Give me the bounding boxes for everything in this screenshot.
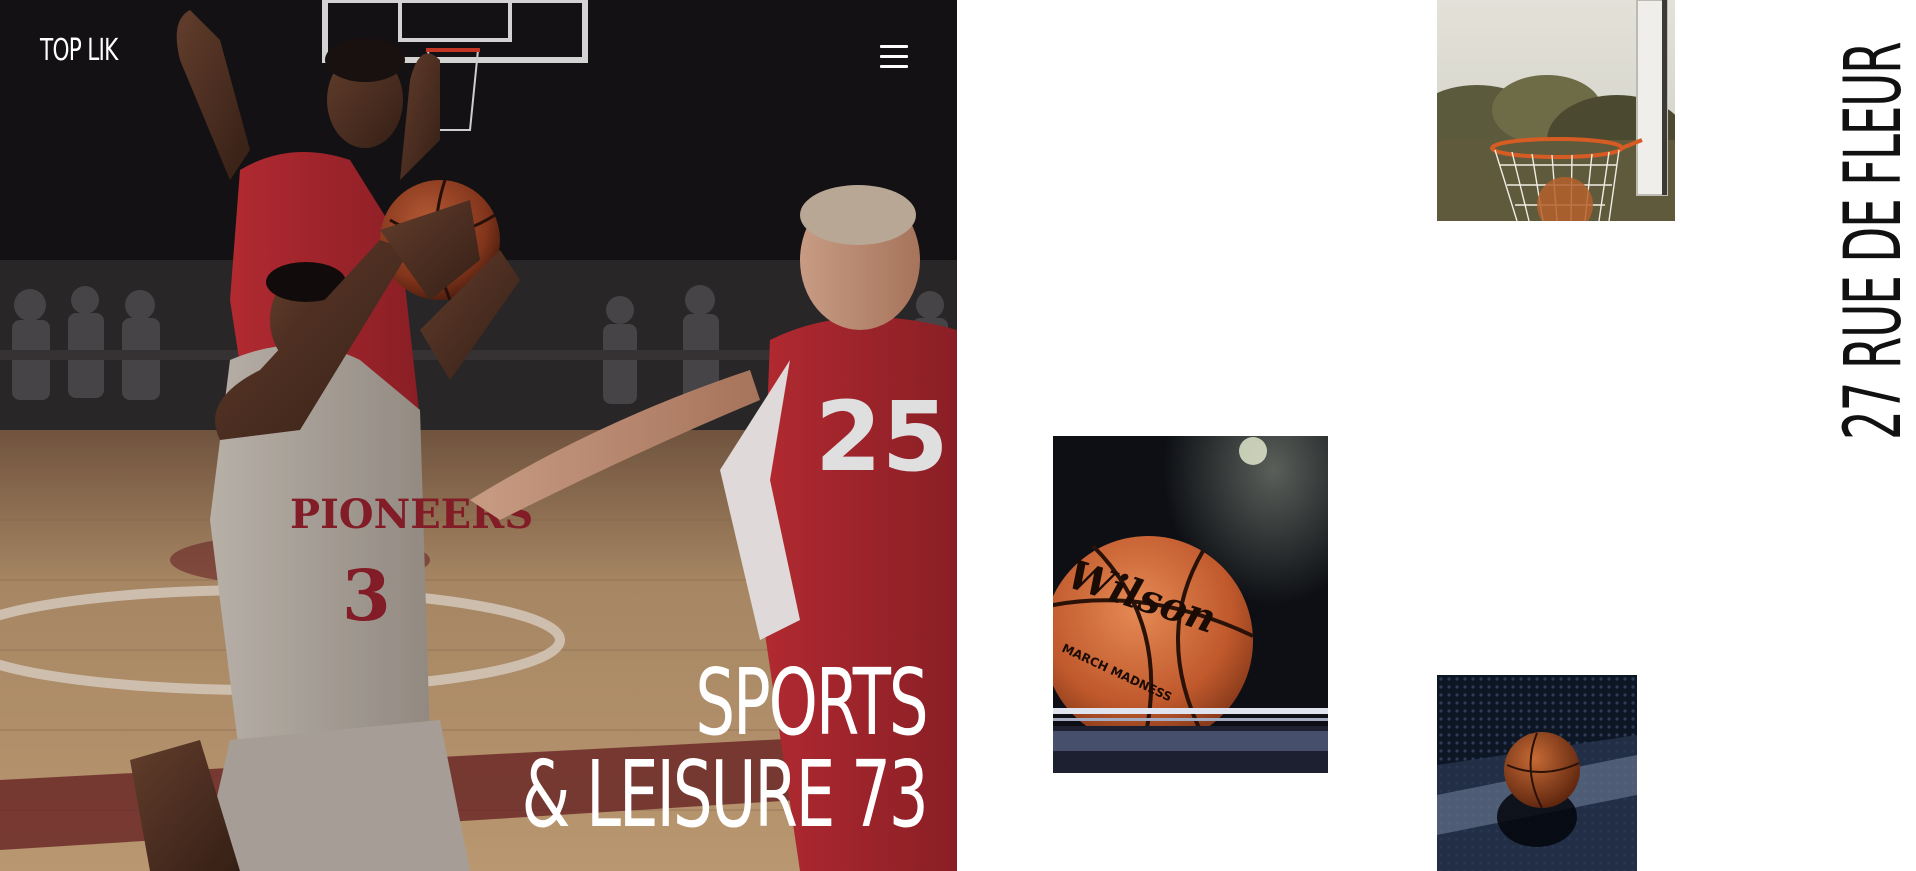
basketball-on-court-photo xyxy=(1437,675,1637,871)
menu-line xyxy=(880,55,908,58)
hero-title: SPORTS & LEISURE 73 xyxy=(521,649,929,848)
hero-section: PIONEERS 3 25 TOP LIK SPORTS & LEISURE 7… xyxy=(0,0,957,871)
hero-title-line-2: & LEISURE 73 xyxy=(521,741,929,848)
menu-line xyxy=(880,65,908,68)
hamburger-menu-icon[interactable] xyxy=(876,42,912,72)
address-label: 27 RUE DE FLEUR xyxy=(1829,42,1916,440)
wilson-basketball-photo: Wilson MARCH MADNESS xyxy=(1053,436,1328,773)
address-text: 27 RUE DE FLEUR xyxy=(1829,43,1916,440)
basketball-hoop-photo xyxy=(1437,0,1675,221)
brand-logo[interactable]: TOP LIK xyxy=(40,36,118,66)
page: PIONEERS 3 25 TOP LIK SPORTS & LEISURE 7… xyxy=(0,0,1916,871)
menu-line xyxy=(880,45,908,48)
hero-title-line-1: SPORTS xyxy=(695,649,929,756)
